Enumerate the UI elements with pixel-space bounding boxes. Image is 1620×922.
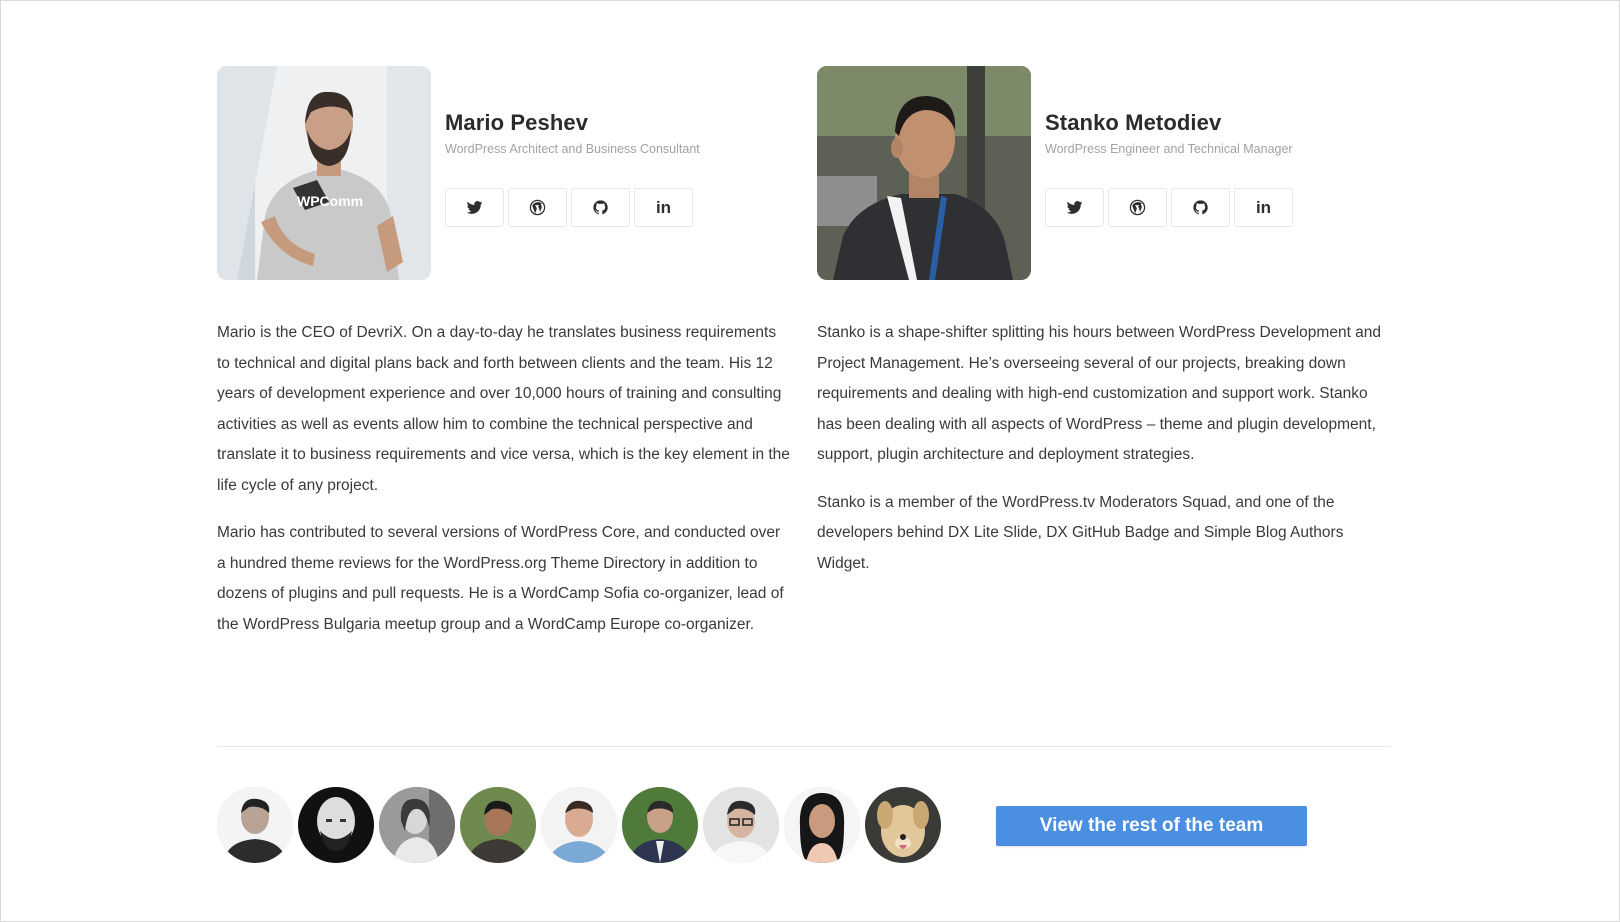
team-avatar[interactable] <box>460 787 536 863</box>
social-links: in <box>1045 188 1293 227</box>
profile-role: WordPress Engineer and Technical Manager <box>1045 142 1293 156</box>
profile-role: WordPress Architect and Business Consult… <box>445 142 700 156</box>
profile-photo-mario: WPComm <box>217 66 431 280</box>
bio-paragraph: Mario has contributed to several version… <box>217 524 784 633</box>
bio-paragraph: Mario is the CEO of DevriX. On a day-to-… <box>217 324 790 494</box>
linkedin-icon: in <box>1255 197 1272 217</box>
profile-bio: Mario is the CEO of DevriX. On a day-to-… <box>217 318 792 640</box>
team-avatar-photo <box>865 787 941 863</box>
team-avatar[interactable] <box>622 787 698 863</box>
team-avatar[interactable] <box>865 787 941 863</box>
profile-name: Stanko Metodiev <box>1045 110 1222 135</box>
team-avatar-photo <box>298 787 374 863</box>
team-avatar-photo <box>622 787 698 863</box>
profile-header: Stanko Metodiev WordPress Engineer and T… <box>817 66 1392 280</box>
social-links: in <box>445 188 693 227</box>
twitter-icon <box>466 201 483 214</box>
profile-card-mario: WPComm Mario Peshev WordPress Architect … <box>217 66 792 657</box>
team-avatar-photo <box>379 787 455 863</box>
twitter-icon <box>1066 201 1083 214</box>
team-avatar-photo <box>703 787 779 863</box>
profile-card-stanko: Stanko Metodiev WordPress Engineer and T… <box>817 66 1392 596</box>
profile-photo <box>817 66 1031 280</box>
github-icon <box>593 200 608 215</box>
wordpress-link[interactable] <box>508 188 567 227</box>
github-icon <box>1193 200 1208 215</box>
section-divider <box>217 746 1390 747</box>
profile-photo-stanko <box>817 66 1031 280</box>
bio-paragraph: Stanko is a member of the WordPress.tv M… <box>817 493 1344 572</box>
wordpress-icon <box>529 199 546 216</box>
profile-name: Mario Peshev <box>445 110 589 135</box>
github-link[interactable] <box>571 188 630 227</box>
wordpress-icon <box>1129 199 1146 216</box>
profile-photo: WPComm <box>217 66 431 280</box>
team-avatar-photo <box>784 787 860 863</box>
twitter-link[interactable] <box>1045 188 1104 227</box>
profile-bio: Stanko is a shape-shifter splitting his … <box>817 318 1392 579</box>
github-link[interactable] <box>1171 188 1230 227</box>
team-avatar[interactable] <box>784 787 860 863</box>
twitter-link[interactable] <box>445 188 504 227</box>
linkedin-link[interactable]: in <box>1234 188 1293 227</box>
team-avatar[interactable] <box>298 787 374 863</box>
team-avatar-photo <box>460 787 536 863</box>
bio-paragraph: Stanko is a shape-shifter splitting his … <box>817 324 1382 463</box>
svg-text:WPComm: WPComm <box>297 193 363 209</box>
wordpress-link[interactable] <box>1108 188 1167 227</box>
profile-header: WPComm Mario Peshev WordPress Architect … <box>217 66 792 280</box>
linkedin-link[interactable]: in <box>634 188 693 227</box>
team-avatar-photo <box>541 787 617 863</box>
team-avatar[interactable] <box>379 787 455 863</box>
team-avatar[interactable] <box>541 787 617 863</box>
team-avatar-photo <box>217 787 293 863</box>
team-avatar[interactable] <box>217 787 293 863</box>
linkedin-icon: in <box>655 197 672 217</box>
team-avatar[interactable] <box>703 787 779 863</box>
team-avatars <box>217 787 941 865</box>
view-team-button[interactable]: View the rest of the team <box>996 806 1307 846</box>
